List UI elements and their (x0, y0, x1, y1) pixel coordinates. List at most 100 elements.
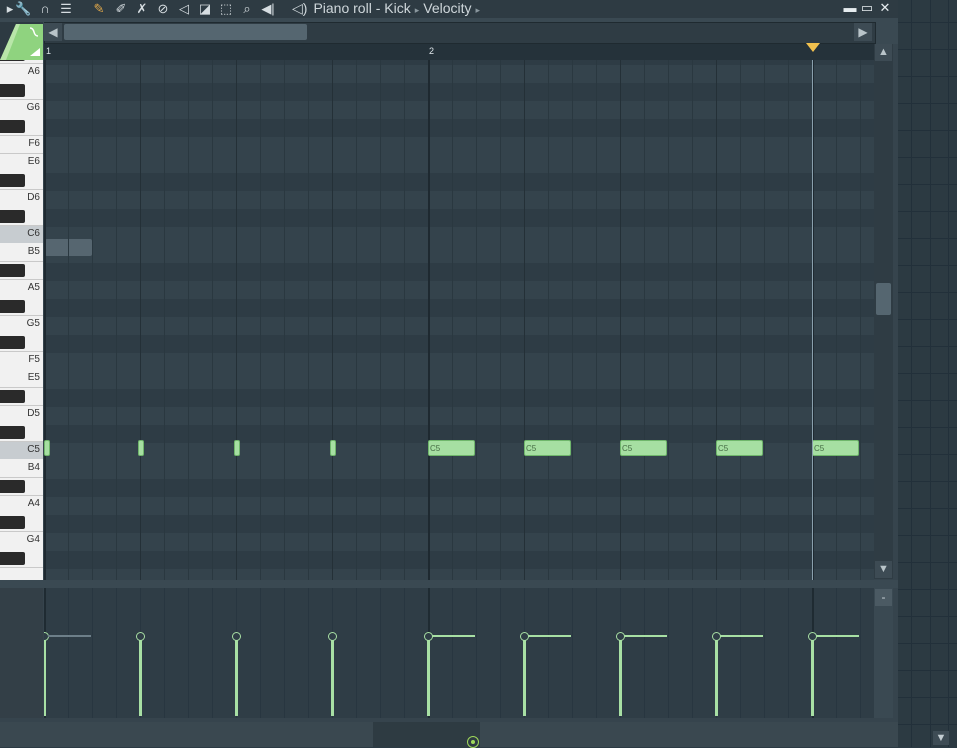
black-key[interactable] (0, 480, 25, 493)
piano-roll-window: ▸ 🔧 ∩ ☰ ✎ ✐ ✗ ⊘ ◁ ◪ ⬚ ⌕ ◀| ◁) Piano roll … (0, 0, 898, 722)
grid-line (92, 60, 93, 580)
black-key[interactable] (0, 552, 25, 565)
note[interactable] (330, 440, 336, 456)
select-icon[interactable]: ⬚ (218, 1, 234, 17)
note[interactable]: C5 (812, 440, 859, 456)
title-chevron-icon: ▸ (414, 5, 420, 15)
grid-line (404, 60, 405, 580)
mute-icon[interactable]: ⊘ (155, 1, 171, 17)
velocity-stem[interactable] (331, 636, 334, 716)
event-grid-line (644, 588, 645, 718)
black-key[interactable] (0, 264, 25, 277)
tool-corner[interactable] (0, 22, 43, 60)
scroll-left-button[interactable]: ◀ (44, 23, 62, 41)
key-label: C5 (27, 444, 40, 455)
note-grid[interactable]: C5 C5 C5 C5 C5 (44, 60, 874, 580)
title-part-target[interactable]: Velocity (423, 0, 471, 16)
minimize-button[interactable]: ▬ (842, 0, 858, 16)
grid-line (428, 60, 430, 580)
title-part-channel[interactable]: Kick (384, 0, 410, 16)
white-key-divider (0, 99, 43, 100)
grid-line (188, 60, 189, 580)
grid-line (476, 60, 477, 580)
black-key[interactable] (0, 336, 25, 349)
event-grid-line (740, 588, 741, 718)
note[interactable] (234, 440, 240, 456)
playback-icon[interactable]: ◀| (260, 1, 276, 17)
key-label: F5 (28, 354, 40, 365)
black-key[interactable] (0, 60, 25, 61)
playhead-marker[interactable] (806, 43, 820, 52)
note[interactable] (44, 440, 50, 456)
status-led-icon[interactable] (467, 736, 479, 748)
black-key[interactable] (0, 120, 25, 133)
paint-icon[interactable]: ✐ (113, 1, 129, 17)
bottom-tab[interactable] (373, 722, 480, 747)
slice-icon[interactable]: ◪ (197, 1, 213, 17)
velocity-handle[interactable] (232, 632, 241, 641)
key-label: A6 (27, 66, 40, 77)
black-key[interactable] (0, 300, 25, 313)
velocity-stem[interactable] (523, 636, 526, 716)
black-key[interactable] (0, 84, 25, 97)
key-label: E5 (27, 372, 40, 383)
scroll-down-button[interactable]: ▼ (875, 561, 892, 578)
black-key[interactable] (0, 174, 25, 187)
event-grid-line (284, 588, 285, 718)
velocity-stem[interactable] (427, 636, 430, 716)
magnet-icon[interactable]: ∩ (37, 1, 53, 17)
scroll-right-button[interactable]: ▶ (854, 23, 872, 41)
velocity-event-editor[interactable] (44, 588, 874, 718)
scroll-up-button[interactable]: ▲ (875, 44, 892, 61)
note[interactable]: C5 (620, 440, 667, 456)
black-key[interactable] (0, 426, 25, 439)
pane-divider[interactable] (0, 580, 898, 588)
panel-row-line (898, 130, 957, 131)
maximize-button[interactable]: ▭ (859, 0, 875, 16)
delete-icon[interactable]: ✗ (134, 1, 150, 17)
note[interactable] (138, 440, 144, 456)
pencil-icon[interactable]: ✎ (91, 1, 107, 17)
grid-line (572, 60, 573, 580)
zoom-out-button[interactable]: - (875, 589, 892, 606)
panel-row-line (898, 184, 957, 185)
key-label: B4 (27, 462, 40, 473)
speaker-mute-icon[interactable]: ◁ (176, 1, 192, 17)
timeline-ruler[interactable]: 1 2 (44, 44, 874, 60)
grid-line (716, 60, 717, 580)
wrench-icon[interactable]: 🔧 (15, 1, 31, 17)
note[interactable]: C5 (716, 440, 763, 456)
velocity-stem[interactable] (715, 636, 718, 716)
grid-row (44, 209, 874, 227)
velocity-stem[interactable] (44, 636, 46, 716)
note[interactable]: C5 (428, 440, 475, 456)
velocity-stem[interactable] (235, 636, 238, 716)
zoom-icon[interactable]: ⌕ (239, 1, 255, 17)
piano-keyboard[interactable]: A6 G6 F6 E6 D6 C6 B5 A5 G5 F5 E5 D5 C5 B4 A4 G4 (0, 60, 43, 580)
velocity-stem[interactable] (139, 636, 142, 716)
grid-row (44, 299, 874, 317)
white-key-divider (0, 279, 43, 280)
title-part-piano-roll: Piano roll (313, 0, 372, 16)
horizontal-scroll-thumb[interactable] (64, 24, 307, 40)
panel-scroll-down-button[interactable]: ▼ (933, 731, 949, 745)
vertical-scroll-thumb[interactable] (876, 283, 891, 315)
black-key[interactable] (0, 210, 25, 223)
grid-line (668, 60, 669, 580)
velocity-stem[interactable] (619, 636, 622, 716)
velocity-handle[interactable] (136, 632, 145, 641)
key-label: B5 (27, 246, 40, 257)
grid-line (356, 60, 357, 580)
menu-icon[interactable]: ☰ (58, 1, 74, 17)
velocity-handle[interactable] (328, 632, 337, 641)
close-button[interactable]: ✕ (877, 0, 893, 16)
velocity-stem[interactable] (811, 636, 814, 716)
white-key-divider (0, 405, 43, 406)
black-key[interactable] (0, 390, 25, 403)
black-key[interactable] (0, 516, 25, 529)
key-label: D5 (27, 408, 40, 419)
grid-line (236, 60, 237, 580)
note[interactable]: C5 (524, 440, 571, 456)
white-key-divider (0, 189, 43, 190)
white-key-divider (0, 495, 43, 496)
